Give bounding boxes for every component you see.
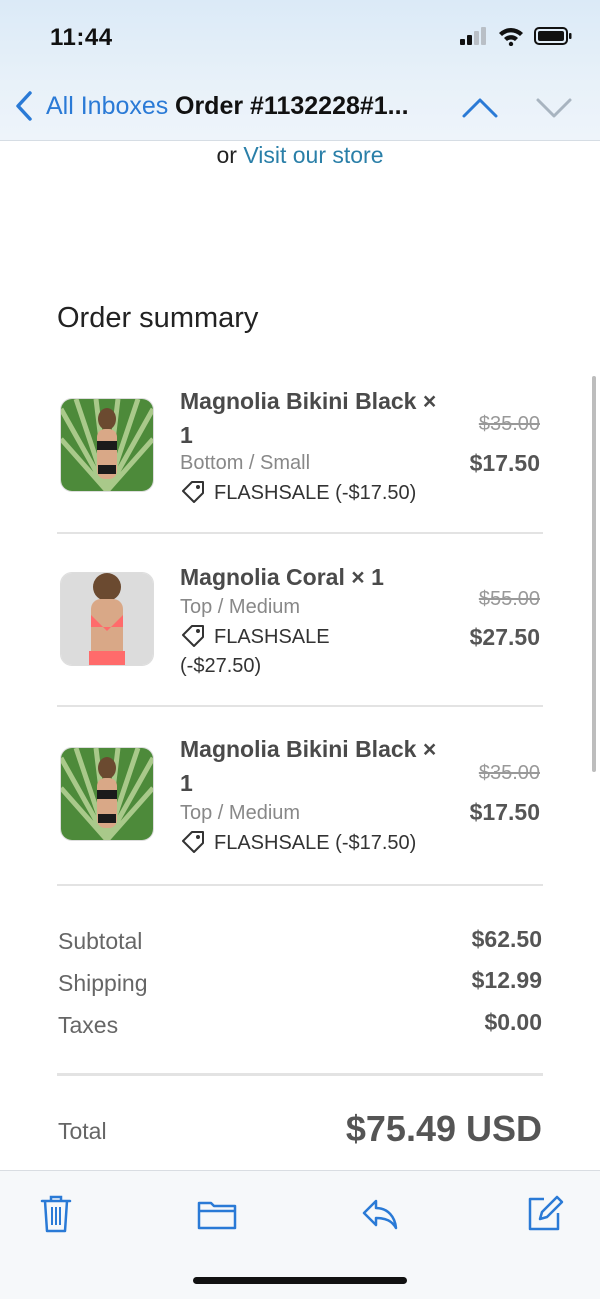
shipping-value: $12.99 bbox=[471, 967, 542, 993]
product-thumbnail bbox=[60, 747, 154, 841]
status-icons bbox=[460, 26, 572, 46]
discount-tag-icon bbox=[182, 831, 204, 853]
totals-divider bbox=[57, 1073, 543, 1076]
order-item: Magnolia Coral × 1 Top / Medium FLASHSAL… bbox=[57, 556, 543, 706]
compose-icon[interactable] bbox=[522, 1191, 566, 1235]
item-variant: Top / Medium bbox=[180, 802, 301, 824]
trash-icon[interactable] bbox=[34, 1191, 78, 1235]
item-discount-text: FLASHSALE (-$17.50) bbox=[214, 482, 417, 504]
item-price: $17.50 bbox=[469, 799, 540, 825]
wifi-icon bbox=[499, 28, 523, 46]
item-variant: Top / Medium bbox=[180, 596, 301, 618]
item-original-price: $35.00 bbox=[478, 413, 540, 435]
folder-icon[interactable] bbox=[195, 1191, 239, 1235]
back-button[interactable]: All Inboxes bbox=[46, 92, 168, 121]
item-original-price: $55.00 bbox=[478, 588, 540, 610]
reply-icon[interactable] bbox=[358, 1191, 402, 1235]
item-variant: Bottom / Small bbox=[180, 452, 311, 474]
product-photo-icon bbox=[61, 399, 153, 491]
subtotal-value: $62.50 bbox=[471, 926, 542, 952]
total-value: $75.49 USD bbox=[345, 1108, 542, 1149]
product-thumbnail bbox=[60, 572, 154, 666]
next-message-icon[interactable] bbox=[535, 94, 573, 122]
shipping-label: Shipping bbox=[58, 970, 148, 996]
order-summary-title: Order summary bbox=[57, 302, 259, 334]
item-discount: FLASHSALE (-$17.50) bbox=[180, 479, 440, 508]
mail-header: 11:44 All Inboxes Order #1132228#1... bbox=[0, 0, 600, 141]
status-time: 11:44 bbox=[50, 24, 113, 51]
home-indicator bbox=[193, 1277, 407, 1284]
taxes-label: Taxes bbox=[58, 1012, 119, 1038]
discount-tag-icon bbox=[182, 481, 204, 503]
item-name: Magnolia Coral × 1 bbox=[180, 564, 384, 590]
item-divider bbox=[57, 884, 543, 886]
subtotal-label: Subtotal bbox=[58, 928, 143, 954]
item-divider bbox=[57, 532, 543, 534]
battery-icon bbox=[534, 27, 572, 45]
item-original-price: $35.00 bbox=[478, 762, 540, 784]
scrollbar[interactable] bbox=[592, 376, 596, 772]
signal-icon bbox=[460, 27, 486, 45]
visit-store-line: or Visit our store bbox=[0, 142, 600, 169]
order-item: Magnolia Bikini Black × 1 Bottom / Small… bbox=[57, 380, 543, 530]
product-thumbnail bbox=[60, 398, 154, 492]
item-price: $17.50 bbox=[469, 450, 540, 476]
visit-store-link[interactable]: Visit our store bbox=[243, 142, 383, 168]
nav-bar: All Inboxes Order #1132228#1... bbox=[0, 82, 600, 132]
total-label: Total bbox=[58, 1118, 107, 1144]
discount-tag-icon bbox=[182, 625, 204, 647]
item-name: Magnolia Bikini Black × 1 bbox=[180, 736, 437, 796]
item-price: $27.50 bbox=[469, 624, 540, 650]
item-discount: FLASHSALE (-$27.50) bbox=[180, 623, 370, 681]
order-item: Magnolia Bikini Black × 1 Top / Medium F… bbox=[57, 730, 543, 880]
visit-prefix: or bbox=[216, 142, 237, 168]
back-chevron-icon[interactable] bbox=[12, 90, 36, 122]
previous-message-icon[interactable] bbox=[460, 94, 500, 122]
product-photo-icon bbox=[61, 748, 153, 840]
email-subject-title: Order #1132228#1... bbox=[175, 92, 409, 120]
product-photo-icon bbox=[61, 573, 153, 665]
item-discount-text: FLASHSALE (-$17.50) bbox=[214, 832, 417, 854]
item-name: Magnolia Bikini Black × 1 bbox=[180, 388, 437, 448]
taxes-value: $0.00 bbox=[484, 1009, 542, 1035]
item-divider bbox=[57, 705, 543, 707]
item-discount: FLASHSALE (-$17.50) bbox=[180, 829, 440, 858]
